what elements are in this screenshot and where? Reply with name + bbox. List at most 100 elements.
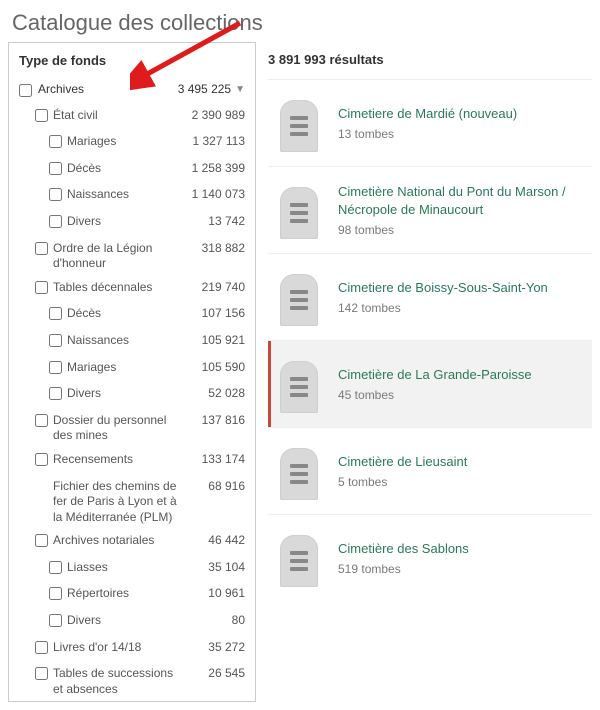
filter-row[interactable]: Naissances105 921: [19, 329, 245, 356]
result-text: Cimetière de La Grande-Paroisse 45 tombes: [338, 366, 584, 402]
result-text: Cimetiere de Boissy-Sous-Saint-Yon142 to…: [338, 279, 584, 315]
filter-checkbox[interactable]: [49, 188, 62, 201]
result-text: Cimetière de Lieusaint 5 tombes: [338, 453, 584, 489]
filter-count: 105 921: [185, 333, 245, 349]
filter-checkbox[interactable]: [49, 334, 62, 347]
filter-row[interactable]: Fichier des chemins de fer de Paris à Ly…: [19, 475, 245, 530]
result-subtitle: 5 tombes: [338, 475, 584, 489]
filter-label: Naissances: [67, 333, 185, 349]
result-title[interactable]: Cimetiere de Boissy-Sous-Saint-Yon: [338, 279, 584, 297]
tombstone-icon: [276, 529, 322, 587]
chevron-down-icon[interactable]: ▼: [235, 83, 245, 96]
filter-count: 80: [185, 613, 245, 629]
result-text: Cimetière des Sablons519 tombes: [338, 540, 584, 576]
filter-row[interactable]: Dossier du personnel des mines137 816: [19, 409, 245, 448]
filter-label: Archives notariales: [53, 533, 185, 549]
filter-count: 137 816: [185, 413, 245, 429]
filter-checkbox[interactable]: [35, 414, 48, 427]
result-row[interactable]: Cimetière National du Pont du Marson / N…: [268, 166, 592, 253]
filter-checkbox[interactable]: [49, 215, 62, 228]
filter-checkbox[interactable]: [49, 307, 62, 320]
filter-checkbox[interactable]: [35, 534, 48, 547]
page-title: Catalogue des collections: [0, 0, 600, 42]
filter-row[interactable]: Décès1 258 399: [19, 157, 245, 184]
filter-count: 1 258 399: [185, 161, 245, 177]
tombstone-icon: [276, 181, 322, 239]
filter-row[interactable]: Liasses35 104: [19, 556, 245, 583]
filter-row[interactable]: Tables de successions et absences26 545: [19, 662, 245, 701]
filter-label: Liasses: [67, 560, 185, 576]
filter-checkbox[interactable]: [49, 614, 62, 627]
result-row[interactable]: Cimetiere de Mardié (nouveau) 13 tombes: [268, 79, 592, 166]
filter-checkbox[interactable]: [35, 453, 48, 466]
filter-label: Dossier du personnel des mines: [53, 413, 185, 444]
filter-row[interactable]: Décès107 156: [19, 302, 245, 329]
filter-count: 52 028: [185, 386, 245, 402]
filter-label: Décès: [67, 306, 185, 322]
filter-checkbox[interactable]: [35, 242, 48, 255]
result-subtitle: 45 tombes: [338, 388, 584, 402]
filter-row[interactable]: Archives notariales46 442: [19, 529, 245, 556]
filter-label: Divers: [67, 214, 185, 230]
filter-row[interactable]: État civil2 390 989: [19, 104, 245, 131]
filter-row[interactable]: Répertoires10 961: [19, 582, 245, 609]
filter-checkbox[interactable]: [49, 361, 62, 374]
filter-label: Répertoires: [67, 586, 185, 602]
tombstone-icon: [276, 268, 322, 326]
tombstone-icon: [276, 355, 322, 413]
result-title[interactable]: Cimetière des Sablons: [338, 540, 584, 558]
filter-row[interactable]: Mariages105 590: [19, 356, 245, 383]
filter-checkbox[interactable]: [49, 387, 62, 400]
filter-row[interactable]: Divers80: [19, 609, 245, 636]
result-text: Cimetiere de Mardié (nouveau) 13 tombes: [338, 105, 584, 141]
result-row[interactable]: Cimetière des Sablons519 tombes: [268, 514, 592, 601]
results-header: 3 891 993 résultats: [268, 42, 592, 79]
filter-label: Mariages: [67, 360, 185, 376]
filter-checkbox[interactable]: [35, 109, 48, 122]
filter-row[interactable]: Naissances1 140 073: [19, 183, 245, 210]
filter-count: 35 272: [185, 640, 245, 656]
filter-checkbox[interactable]: [35, 281, 48, 294]
filter-row[interactable]: Tables décennales219 740: [19, 276, 245, 303]
filter-label: Divers: [67, 613, 185, 629]
filter-label: Recensements: [53, 452, 185, 468]
filter-count: 26 545: [185, 666, 245, 682]
filter-count: 35 104: [185, 560, 245, 576]
filter-count: 68 916: [185, 479, 245, 495]
filter-row[interactable]: Mariages1 327 113: [19, 130, 245, 157]
filter-count: 1 140 073: [185, 187, 245, 203]
checkbox-archives[interactable]: [19, 84, 32, 97]
filter-checkbox[interactable]: [35, 641, 48, 654]
result-title[interactable]: Cimetière de La Grande-Paroisse: [338, 366, 584, 384]
result-row[interactable]: Cimetière de Lieusaint 5 tombes: [268, 427, 592, 514]
result-subtitle: 13 tombes: [338, 127, 584, 141]
filter-checkbox[interactable]: [35, 667, 48, 680]
filter-archives[interactable]: Archives 3 495 225 ▼: [19, 78, 245, 104]
filter-row[interactable]: Divers13 742: [19, 210, 245, 237]
result-title[interactable]: Cimetière National du Pont du Marson / N…: [338, 183, 584, 218]
result-row[interactable]: Cimetière de La Grande-Paroisse 45 tombes: [268, 340, 592, 427]
filter-count: 107 156: [185, 306, 245, 322]
filter-row[interactable]: Livres d'or 14/1835 272: [19, 636, 245, 663]
filter-row[interactable]: Ordre de la Légion d'honneur318 882: [19, 237, 245, 276]
filter-checkbox[interactable]: [49, 135, 62, 148]
result-row[interactable]: Cimetiere de Boissy-Sous-Saint-Yon142 to…: [268, 253, 592, 340]
filter-checkbox[interactable]: [49, 162, 62, 175]
sidebar-filters: Type de fonds Archives 3 495 225 ▼ État …: [8, 42, 256, 702]
filter-label: Livres d'or 14/18: [53, 640, 185, 656]
filter-label: Naissances: [67, 187, 185, 203]
result-subtitle: 98 tombes: [338, 223, 584, 237]
filter-count: 1 327 113: [185, 134, 245, 150]
filter-row[interactable]: Recensements133 174: [19, 448, 245, 475]
filter-row[interactable]: Divers52 028: [19, 382, 245, 409]
filter-count: 105 590: [185, 360, 245, 376]
filter-checkbox[interactable]: [49, 587, 62, 600]
results-panel: 3 891 993 résultats Cimetiere de Mardié …: [268, 42, 592, 702]
sidebar-title: Type de fonds: [19, 53, 245, 68]
result-title[interactable]: Cimetiere de Mardié (nouveau): [338, 105, 584, 123]
filter-checkbox[interactable]: [49, 561, 62, 574]
filter-label: Décès: [67, 161, 185, 177]
filter-label: Ordre de la Légion d'honneur: [53, 241, 185, 272]
result-title[interactable]: Cimetière de Lieusaint: [338, 453, 584, 471]
filter-count: 3 495 225: [171, 82, 231, 98]
